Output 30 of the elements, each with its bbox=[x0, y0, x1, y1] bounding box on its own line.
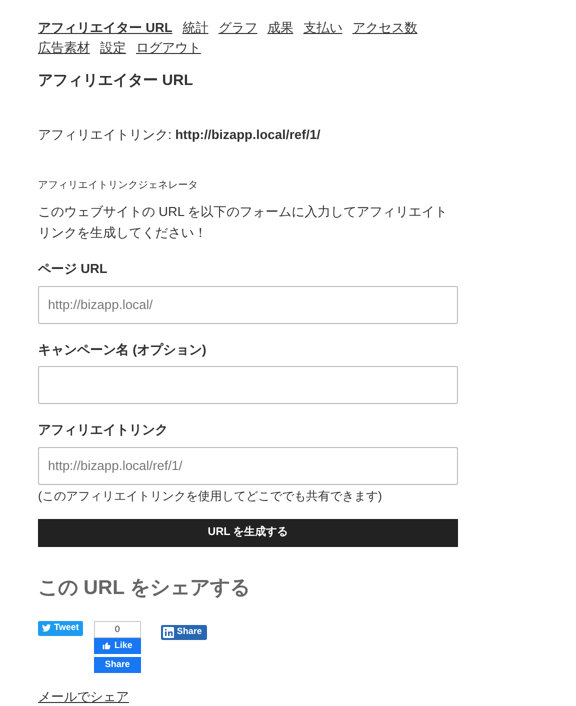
like-count: 0 bbox=[94, 620, 141, 638]
thumbs-up-icon bbox=[102, 641, 112, 650]
input-field[interactable]: http://bizapp.local/ref/1/ bbox=[38, 446, 458, 484]
nav-link[interactable]: 広告素材 bbox=[38, 38, 90, 58]
nav-link[interactable]: グラフ bbox=[218, 18, 258, 38]
nav-link[interactable]: 設定 bbox=[100, 38, 126, 58]
nav-link[interactable]: 成果 bbox=[267, 18, 294, 38]
generate-url-button[interactable]: URL を生成する bbox=[38, 518, 458, 546]
field-label: アフィリエイトリンク bbox=[38, 421, 169, 439]
email-share-link[interactable]: メールでシェア bbox=[38, 686, 129, 706]
generator-description: このウェブサイトの URL を以下のフォームに入力してアフィリエイトリンクを生成してください！ bbox=[38, 203, 449, 242]
field-label: ページ URL bbox=[38, 260, 108, 278]
like-button[interactable]: Like bbox=[94, 638, 141, 654]
field-note: (このアフィリエイトリンクを使用してどこででも共有できます) bbox=[38, 488, 383, 504]
nav-link[interactable]: アクセス数 bbox=[352, 18, 418, 38]
generator-heading: アフィリエイトリンクジェネレータ bbox=[38, 179, 199, 193]
field-label: キャンペーン名 (オプション) bbox=[38, 340, 208, 359]
facebook-share-button[interactable]: Share bbox=[94, 656, 141, 672]
linkedin-icon bbox=[162, 626, 174, 638]
nav-link[interactable]: アフィリエイター URL bbox=[38, 18, 172, 38]
input-field[interactable]: http://bizapp.local/ bbox=[38, 286, 458, 324]
affiliate-link-text: アフィリエイトリンク: http://bizapp.local/ref/1/ bbox=[38, 126, 322, 144]
bird-icon bbox=[42, 624, 51, 632]
page-title: アフィリエイター URL bbox=[38, 71, 194, 91]
nav-link[interactable]: 統計 bbox=[182, 18, 208, 38]
input-field[interactable] bbox=[38, 366, 458, 404]
nav-link[interactable]: 支払い bbox=[303, 18, 342, 38]
nav-link[interactable]: ログアウト bbox=[136, 38, 201, 58]
linkedin-share-button[interactable]: Share bbox=[160, 624, 207, 640]
share-heading: この URL をシェアする bbox=[38, 576, 251, 600]
